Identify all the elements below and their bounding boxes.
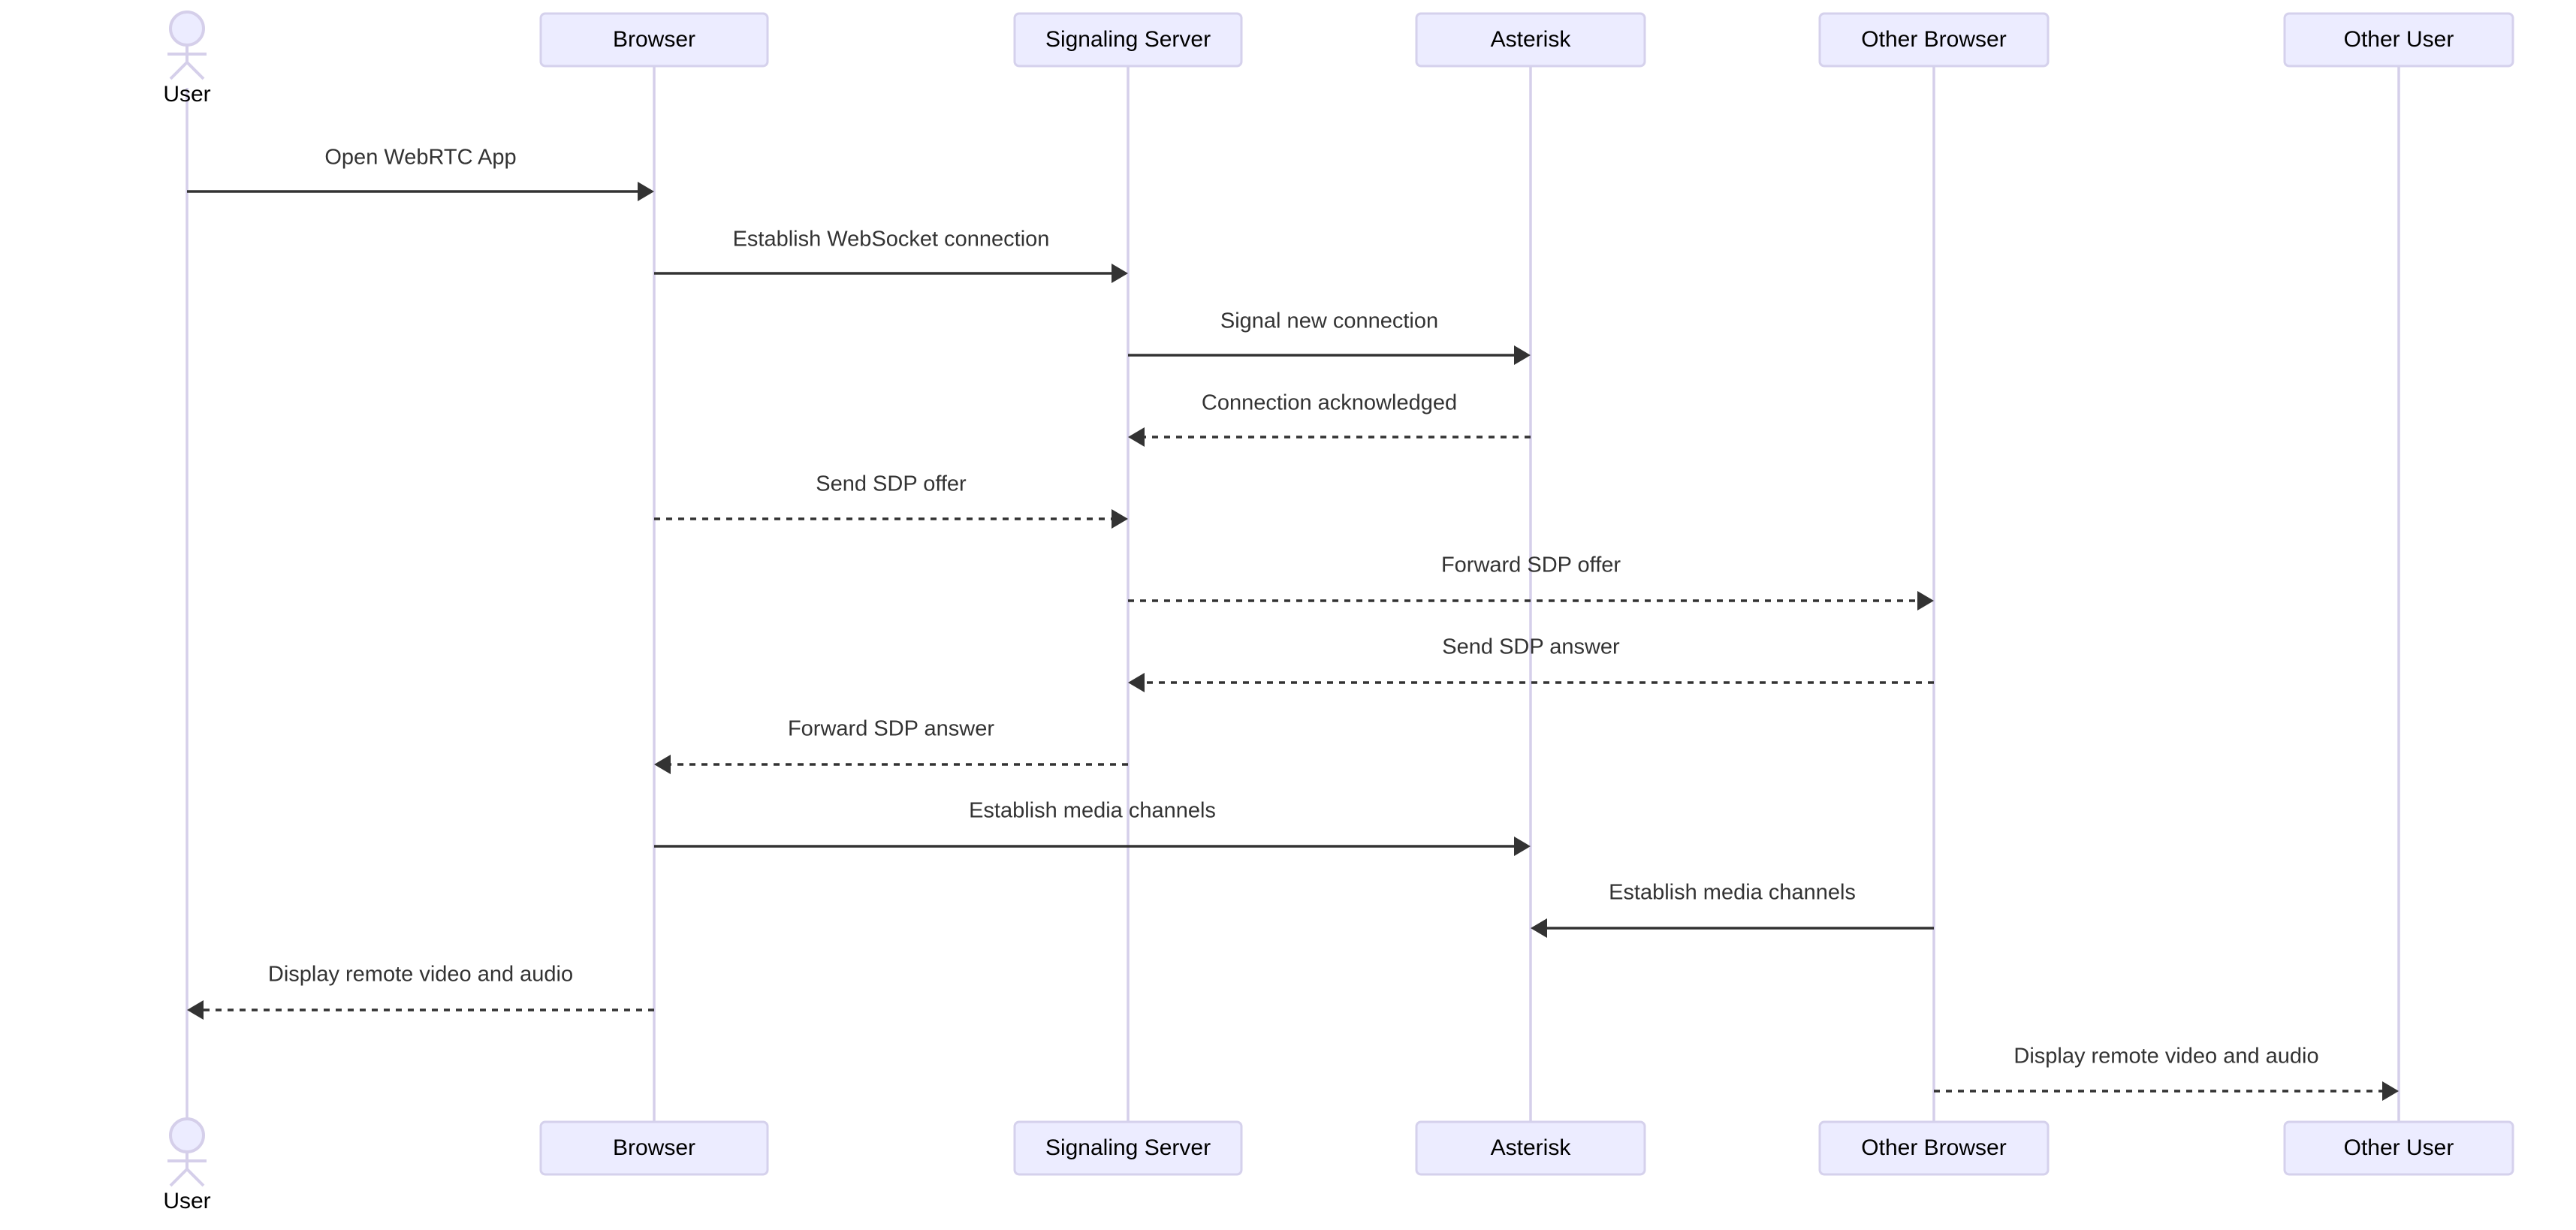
message-label-8: Forward SDP answer [788,717,994,741]
message-arrowhead-icon [638,182,654,201]
participant-otherbrowser-bottom[interactable]: Other Browser [1818,1120,2050,1176]
message-label-9: Establish media channels [969,799,1216,823]
message-8: Forward SDP answer [654,717,1128,774]
message-5: Send SDP offer [654,472,1128,529]
message-label-2: Establish WebSocket connection [733,228,1050,252]
sequence-diagram-root: User Browser Signaling Server Asterisk Other… [0,0,2576,1230]
participant-label-browser: Browser [613,1135,695,1160]
message-label-6: Forward SDP offer [1441,553,1621,577]
message-12: Display remote video and audio [1934,1045,2399,1101]
participant-label-otherbrowser: Other Browser [1861,1135,2006,1160]
actor-head-icon [169,11,205,47]
message-arrowhead-icon [1514,345,1531,365]
message-arrowhead-icon [1514,837,1531,856]
participant-otheruser-bottom[interactable]: Other User [2283,1120,2514,1176]
participant-otherbrowser-top[interactable]: Other Browser [1818,12,2050,68]
actor-user-bottom[interactable]: User [163,1117,211,1213]
actor-label-user: User [163,1189,210,1213]
message-label-3: Signal new connection [1220,309,1438,333]
message-arrowhead-icon [1531,918,1547,938]
message-arrowhead-icon [2382,1081,2399,1101]
sequence-diagram-canvas: User Browser Signaling Server Asterisk Other… [163,11,2514,1213]
participant-signaling-top[interactable]: Signaling Server [1013,12,1243,68]
message-arrowhead-icon [1917,591,1934,610]
message-label-1: Open WebRTC App [324,146,516,170]
message-3: Signal new connection [1128,309,1531,365]
participant-label-asterisk: Asterisk [1491,1135,1572,1160]
participant-label-otheruser: Other User [2344,1135,2454,1160]
message-arrowhead-icon [1128,427,1145,447]
message-label-12: Display remote video and audio [2013,1045,2318,1069]
message-label-7: Send SDP answer [1442,635,1620,659]
participant-asterisk-bottom[interactable]: Asterisk [1415,1120,1646,1176]
participants-bottom-layer: User Browser Signaling Server Asterisk Other… [163,1117,2514,1213]
message-10: Establish media channels [1531,881,1934,938]
actor-label-user: User [163,82,210,107]
message-arrowhead-icon [187,1000,204,1020]
participant-browser-top[interactable]: Browser [539,12,769,68]
message-label-4: Connection acknowledged [1202,391,1457,415]
actor-head-icon [169,1117,205,1153]
participant-asterisk-top[interactable]: Asterisk [1415,12,1646,68]
message-4: Connection acknowledged [1128,391,1531,447]
message-11: Display remote video and audio [187,963,654,1020]
participant-label-browser: Browser [613,27,695,52]
message-arrowhead-icon [654,755,671,774]
message-label-5: Send SDP offer [816,472,967,496]
message-2: Establish WebSocket connection [654,228,1128,283]
participant-signaling-bottom[interactable]: Signaling Server [1013,1120,1243,1176]
participants-top-layer: User Browser Signaling Server Asterisk Other… [163,11,2514,107]
actor-legs-icon [169,60,205,80]
message-9: Establish media channels [654,799,1531,856]
participant-label-otheruser: Other User [2344,27,2454,52]
message-1: Open WebRTC App [187,146,654,201]
participant-label-otherbrowser: Other Browser [1861,27,2006,52]
participant-label-signaling: Signaling Server [1045,1135,1211,1160]
participant-otheruser-top[interactable]: Other User [2283,12,2514,68]
message-arrowhead-icon [1112,509,1128,529]
participant-label-asterisk: Asterisk [1491,27,1572,52]
participant-browser-bottom[interactable]: Browser [539,1120,769,1176]
message-label-11: Display remote video and audio [268,963,573,987]
message-arrowhead-icon [1128,673,1145,692]
message-label-10: Establish media channels [1609,881,1856,905]
message-arrowhead-icon [1112,264,1128,283]
actor-legs-icon [169,1167,205,1187]
actor-user-top[interactable]: User [163,11,211,107]
messages-layer: Open WebRTC App Establish WebSocket conne… [187,146,2399,1101]
participant-label-signaling: Signaling Server [1045,27,1211,52]
